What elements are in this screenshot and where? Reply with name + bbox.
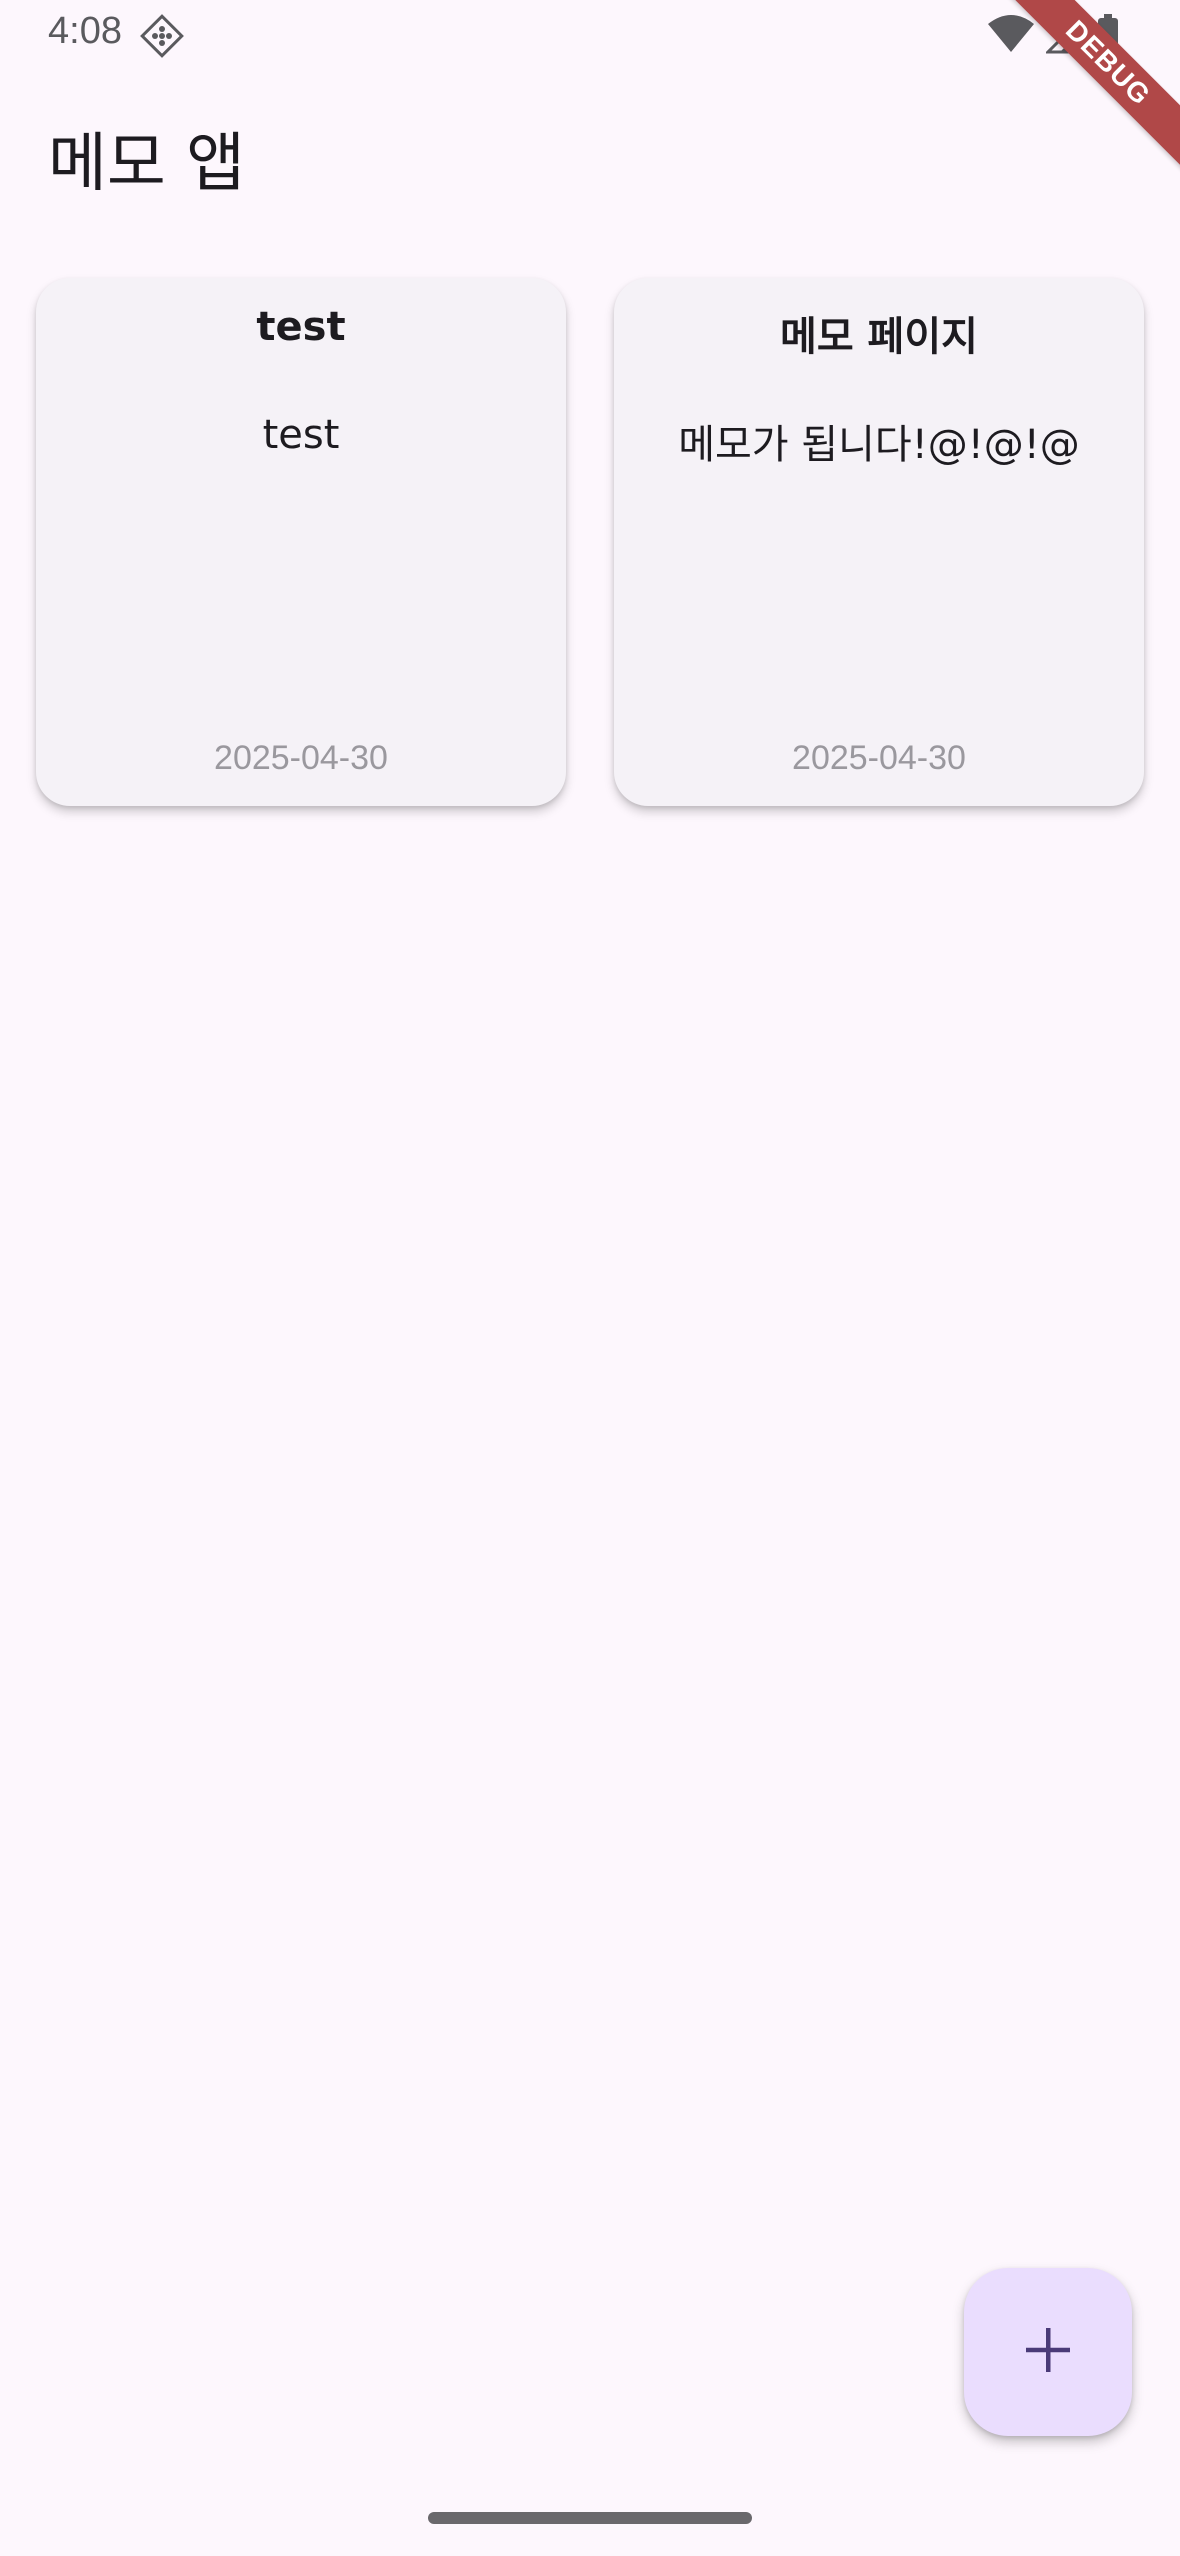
home-indicator[interactable] (428, 2512, 752, 2524)
memo-body: test (262, 412, 340, 458)
memo-card[interactable]: test test 2025-04-30 (36, 278, 566, 806)
add-memo-button[interactable] (964, 2268, 1132, 2436)
app-notification-icon (140, 14, 184, 58)
memo-date: 2025-04-30 (792, 739, 966, 777)
signal-icon (1044, 12, 1086, 58)
memo-title: 메모 페이지 (780, 314, 978, 360)
memo-card[interactable]: 메모 페이지 메모가 됩니다!@!@!@ 2025-04-30 (614, 278, 1144, 806)
memo-body: 메모가 됩니다!@!@!@ (678, 422, 1080, 468)
page-title: 메모 앱 (48, 127, 245, 201)
status-time: 4:08 (48, 10, 122, 52)
wifi-icon (986, 14, 1036, 58)
memo-date: 2025-04-30 (214, 739, 388, 777)
memo-grid: test test 2025-04-30 메모 페이지 메모가 됩니다!@!@!… (36, 278, 1144, 806)
plus-icon (1020, 2322, 1076, 2382)
status-icons (986, 12, 1120, 58)
memo-title: test (256, 304, 346, 350)
status-bar: 4:08 (0, 0, 1180, 72)
battery-icon (1096, 14, 1120, 58)
